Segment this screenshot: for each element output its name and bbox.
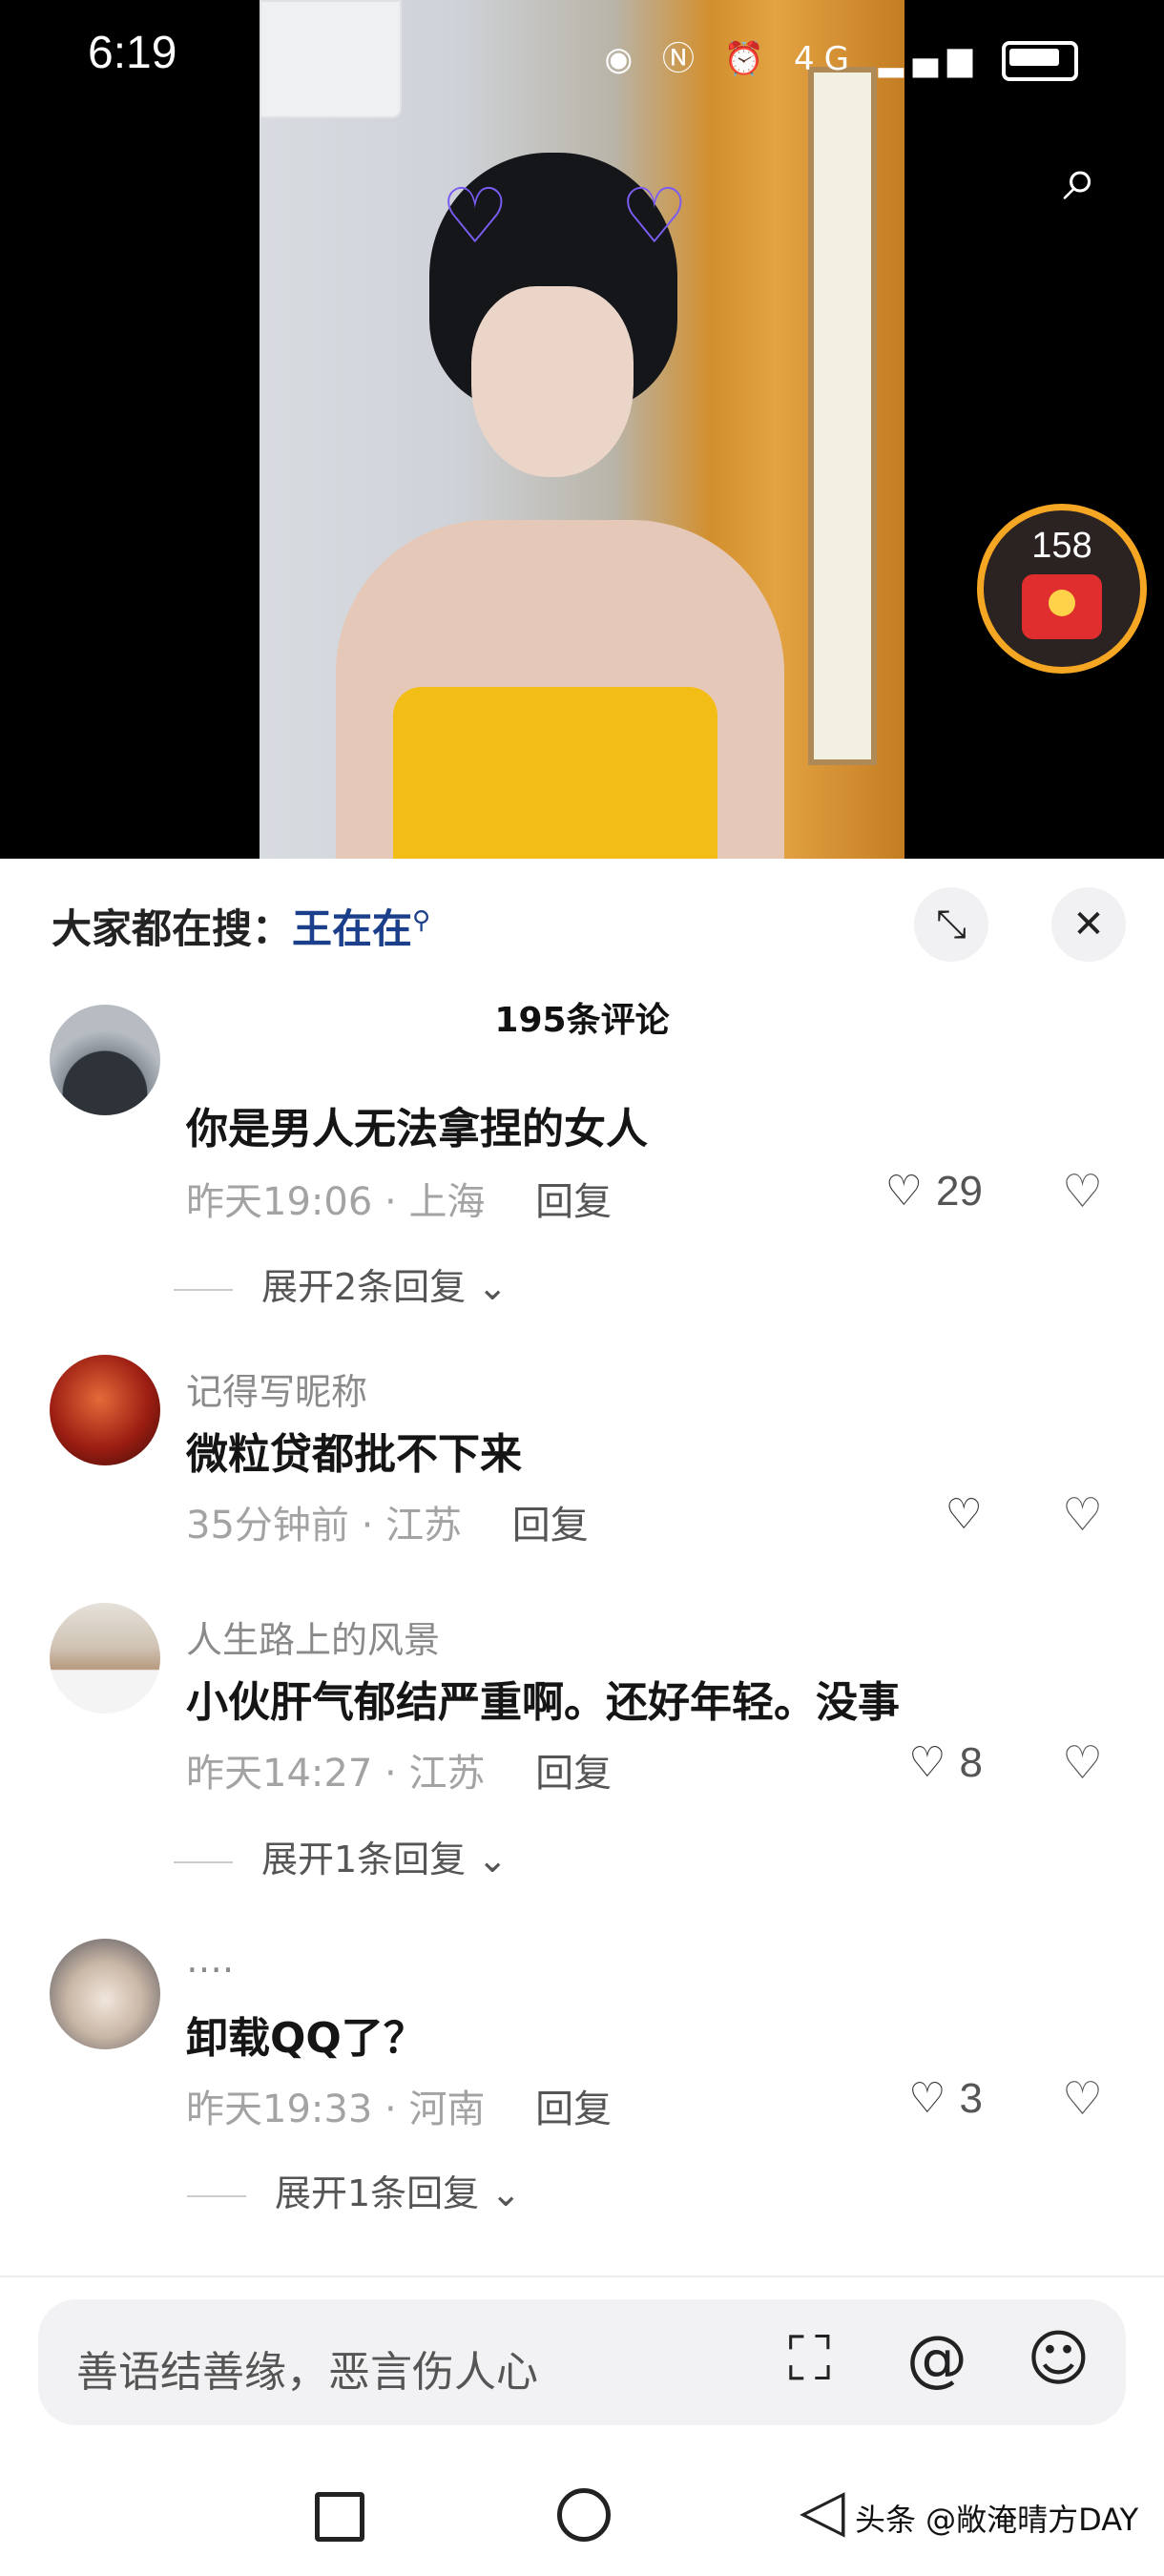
like-button[interactable]: ♡ 29: [885, 1167, 983, 1215]
avatar[interactable]: [50, 1939, 160, 2049]
nav-back-icon[interactable]: ◁: [800, 2475, 845, 2545]
reply-button[interactable]: 回复: [535, 2088, 612, 2131]
nfc-icon: Ⓝ: [661, 40, 704, 78]
heart-sticker-icon: ♡: [620, 172, 689, 260]
broken-heart-icon[interactable]: ♡: [1062, 2072, 1103, 2126]
reply-button[interactable]: 回复: [535, 1752, 612, 1796]
yellow-top: [393, 687, 717, 859]
comment-location: 上海: [408, 1180, 486, 1224]
comment-count-title: 195条评论: [494, 1001, 670, 1040]
video-frame[interactable]: ♡ ♡: [260, 0, 904, 859]
hot-search[interactable]: 大家都在搜：王在在⚲: [52, 897, 430, 955]
divider-line: [174, 1288, 233, 1291]
heart-icon: ♡: [945, 1490, 983, 1539]
expand-replies[interactable]: 展开1条回复 ⌄: [174, 1830, 508, 1882]
comment-text: 卸载QQ了？: [186, 2014, 426, 2063]
status-icons: ◉ Ⓝ ⏰ 4G ▂▄▆: [604, 32, 1078, 81]
avatar[interactable]: [50, 1603, 160, 1714]
at-icon[interactable]: @: [906, 2324, 967, 2395]
watermark: 头条 @敞淹晴方DAY: [855, 2502, 1139, 2538]
expand-replies[interactable]: 展开2条回复 ⌄: [174, 1257, 508, 1310]
comment-meta: 昨天14:27 · 江苏 回复: [186, 1752, 613, 1796]
window: [808, 67, 877, 765]
avatar[interactable]: [50, 1355, 160, 1465]
close-icon[interactable]: ✕: [1051, 887, 1126, 962]
comment-input-placeholder: 善语结善缘，恶言伤人心: [76, 2348, 538, 2397]
like-button[interactable]: ♡ 3: [908, 2074, 983, 2123]
signal-bars-icon: ▂▄▆: [878, 40, 983, 78]
heart-icon: ♡: [884, 1167, 924, 1215]
red-packet-widget[interactable]: 158: [977, 504, 1147, 674]
expand-replies[interactable]: 展开1条回复 ⌄: [187, 2164, 521, 2216]
comment-input[interactable]: 善语结善缘，恶言伤人心 ⛶ @ ☺: [38, 2299, 1126, 2425]
comment-meta: 昨天19:06 · 上海 回复: [186, 1180, 613, 1224]
broken-heart-icon[interactable]: ♡: [1062, 1165, 1103, 1218]
hot-search-label: 大家都在搜：: [52, 905, 293, 952]
video-area[interactable]: ♡ ♡ 6:19 ◉ Ⓝ ⏰ 4G ▂▄▆ ⌕ 158: [0, 0, 1164, 859]
comment-text: 你是男人无法拿捏的女人: [186, 1105, 648, 1153]
divider: [0, 2275, 1164, 2277]
comment-meta: 昨天19:33 · 河南 回复: [186, 2088, 613, 2131]
battery-icon: [1002, 40, 1078, 81]
expand-icon[interactable]: ⤡: [914, 887, 988, 962]
comment-time: 昨天19:33: [186, 2088, 373, 2131]
comment-meta: 35分钟前 · 江苏 回复: [186, 1504, 589, 1548]
comment-location: 江苏: [408, 1752, 486, 1796]
like-count: 29: [936, 1168, 983, 1215]
like-count: 3: [959, 2075, 983, 2122]
divider-line: [187, 2194, 246, 2197]
reply-button[interactable]: 回复: [512, 1504, 589, 1548]
comment-time: 35分钟前: [186, 1504, 349, 1548]
red-envelope-icon: [1022, 574, 1102, 639]
search-icon[interactable]: ⌕: [1042, 141, 1118, 218]
status-time: 6:19: [88, 28, 177, 78]
avatar[interactable]: [50, 1005, 160, 1115]
comment-username[interactable]: 人生路上的风景: [186, 1610, 440, 1663]
person-face: [471, 286, 634, 477]
broken-heart-icon[interactable]: ♡: [1062, 1488, 1103, 1542]
status-bar: 6:19 ◉ Ⓝ ⏰ 4G ▂▄▆: [0, 27, 1164, 84]
divider-line: [174, 1860, 233, 1863]
comment-time: 昨天19:06: [186, 1180, 373, 1224]
search-small-icon: ⚲: [412, 906, 431, 935]
broken-heart-icon[interactable]: ♡: [1062, 1736, 1103, 1790]
heart-icon: ♡: [908, 2074, 946, 2123]
emoji-icon[interactable]: ☺: [1027, 2324, 1091, 2395]
comment-username[interactable]: ….: [186, 1939, 234, 1981]
image-icon[interactable]: ⛶: [788, 2324, 831, 2395]
alarm-icon: ⏰: [723, 40, 775, 78]
comment-username[interactable]: 记得写昵称: [186, 1362, 367, 1415]
comment-time: 昨天14:27: [186, 1752, 373, 1796]
red-packet-count: 158: [1031, 526, 1092, 566]
signal-icon: 4G: [793, 40, 859, 78]
comment-text: 微粒贷都批不下来: [186, 1430, 522, 1479]
heart-sticker-icon: ♡: [441, 172, 509, 260]
comment-location: 江苏: [385, 1504, 463, 1548]
system-nav-bar: ◁ 头条 @敞淹晴方DAY: [0, 2462, 1164, 2576]
comment-location: 河南: [408, 2088, 486, 2131]
heart-icon: ♡: [908, 1738, 946, 1787]
comment-text: 小伙肝气郁结严重啊。还好年轻。没事: [186, 1678, 900, 1727]
hot-search-keyword[interactable]: 王在在: [292, 905, 412, 952]
like-count: 8: [959, 1739, 983, 1786]
reply-button[interactable]: 回复: [535, 1180, 612, 1224]
like-button[interactable]: ♡ 8: [908, 1738, 983, 1787]
nav-square-icon[interactable]: [315, 2492, 364, 2542]
eye-icon: ◉: [604, 40, 643, 78]
like-button[interactable]: ♡: [946, 1490, 983, 1539]
nav-home-icon[interactable]: [557, 2488, 611, 2542]
